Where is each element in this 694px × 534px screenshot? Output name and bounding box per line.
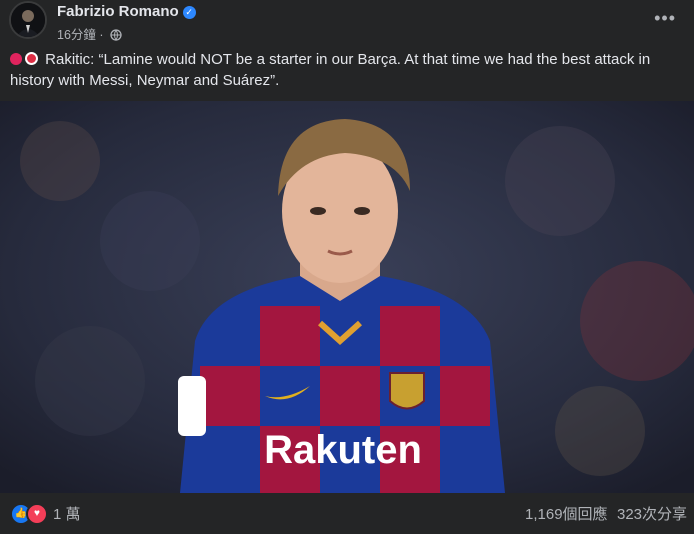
- post-text: Rakitic: “Lamine would NOT be a starter …: [10, 49, 686, 91]
- love-icon: ♥: [26, 503, 48, 525]
- author-avatar[interactable]: [9, 1, 47, 39]
- author-name[interactable]: Fabrizio Romano ✓: [57, 3, 196, 20]
- post-meta: 16分鐘 ·: [57, 24, 122, 44]
- comment-count[interactable]: 1,169個回應: [525, 503, 608, 524]
- reaction-count[interactable]: 1 萬: [53, 503, 81, 524]
- post-footer: 👍 ♥ 1 萬 1,169個回應 323次分享: [0, 494, 694, 528]
- share-count[interactable]: 323次分享: [617, 503, 687, 524]
- shirt-sponsor: Rakuten: [264, 428, 422, 472]
- no-entry-icon: [25, 52, 38, 65]
- verified-badge-icon: ✓: [182, 6, 196, 19]
- post-photo[interactable]: Rakuten: [0, 101, 694, 493]
- author-name-text[interactable]: Fabrizio Romano: [57, 3, 179, 20]
- player-photo-illustration: Rakuten: [0, 101, 694, 493]
- police-light-icon: [10, 53, 22, 65]
- reaction-icons[interactable]: 👍 ♥: [10, 503, 48, 525]
- post-text-content: Rakitic: “Lamine would NOT be a starter …: [10, 51, 651, 89]
- post-time[interactable]: 16分鐘: [57, 28, 96, 42]
- post-header: Fabrizio Romano ✓ 16分鐘 · •••: [0, 0, 694, 44]
- globe-icon: [110, 29, 122, 44]
- more-options-icon[interactable]: •••: [654, 8, 676, 29]
